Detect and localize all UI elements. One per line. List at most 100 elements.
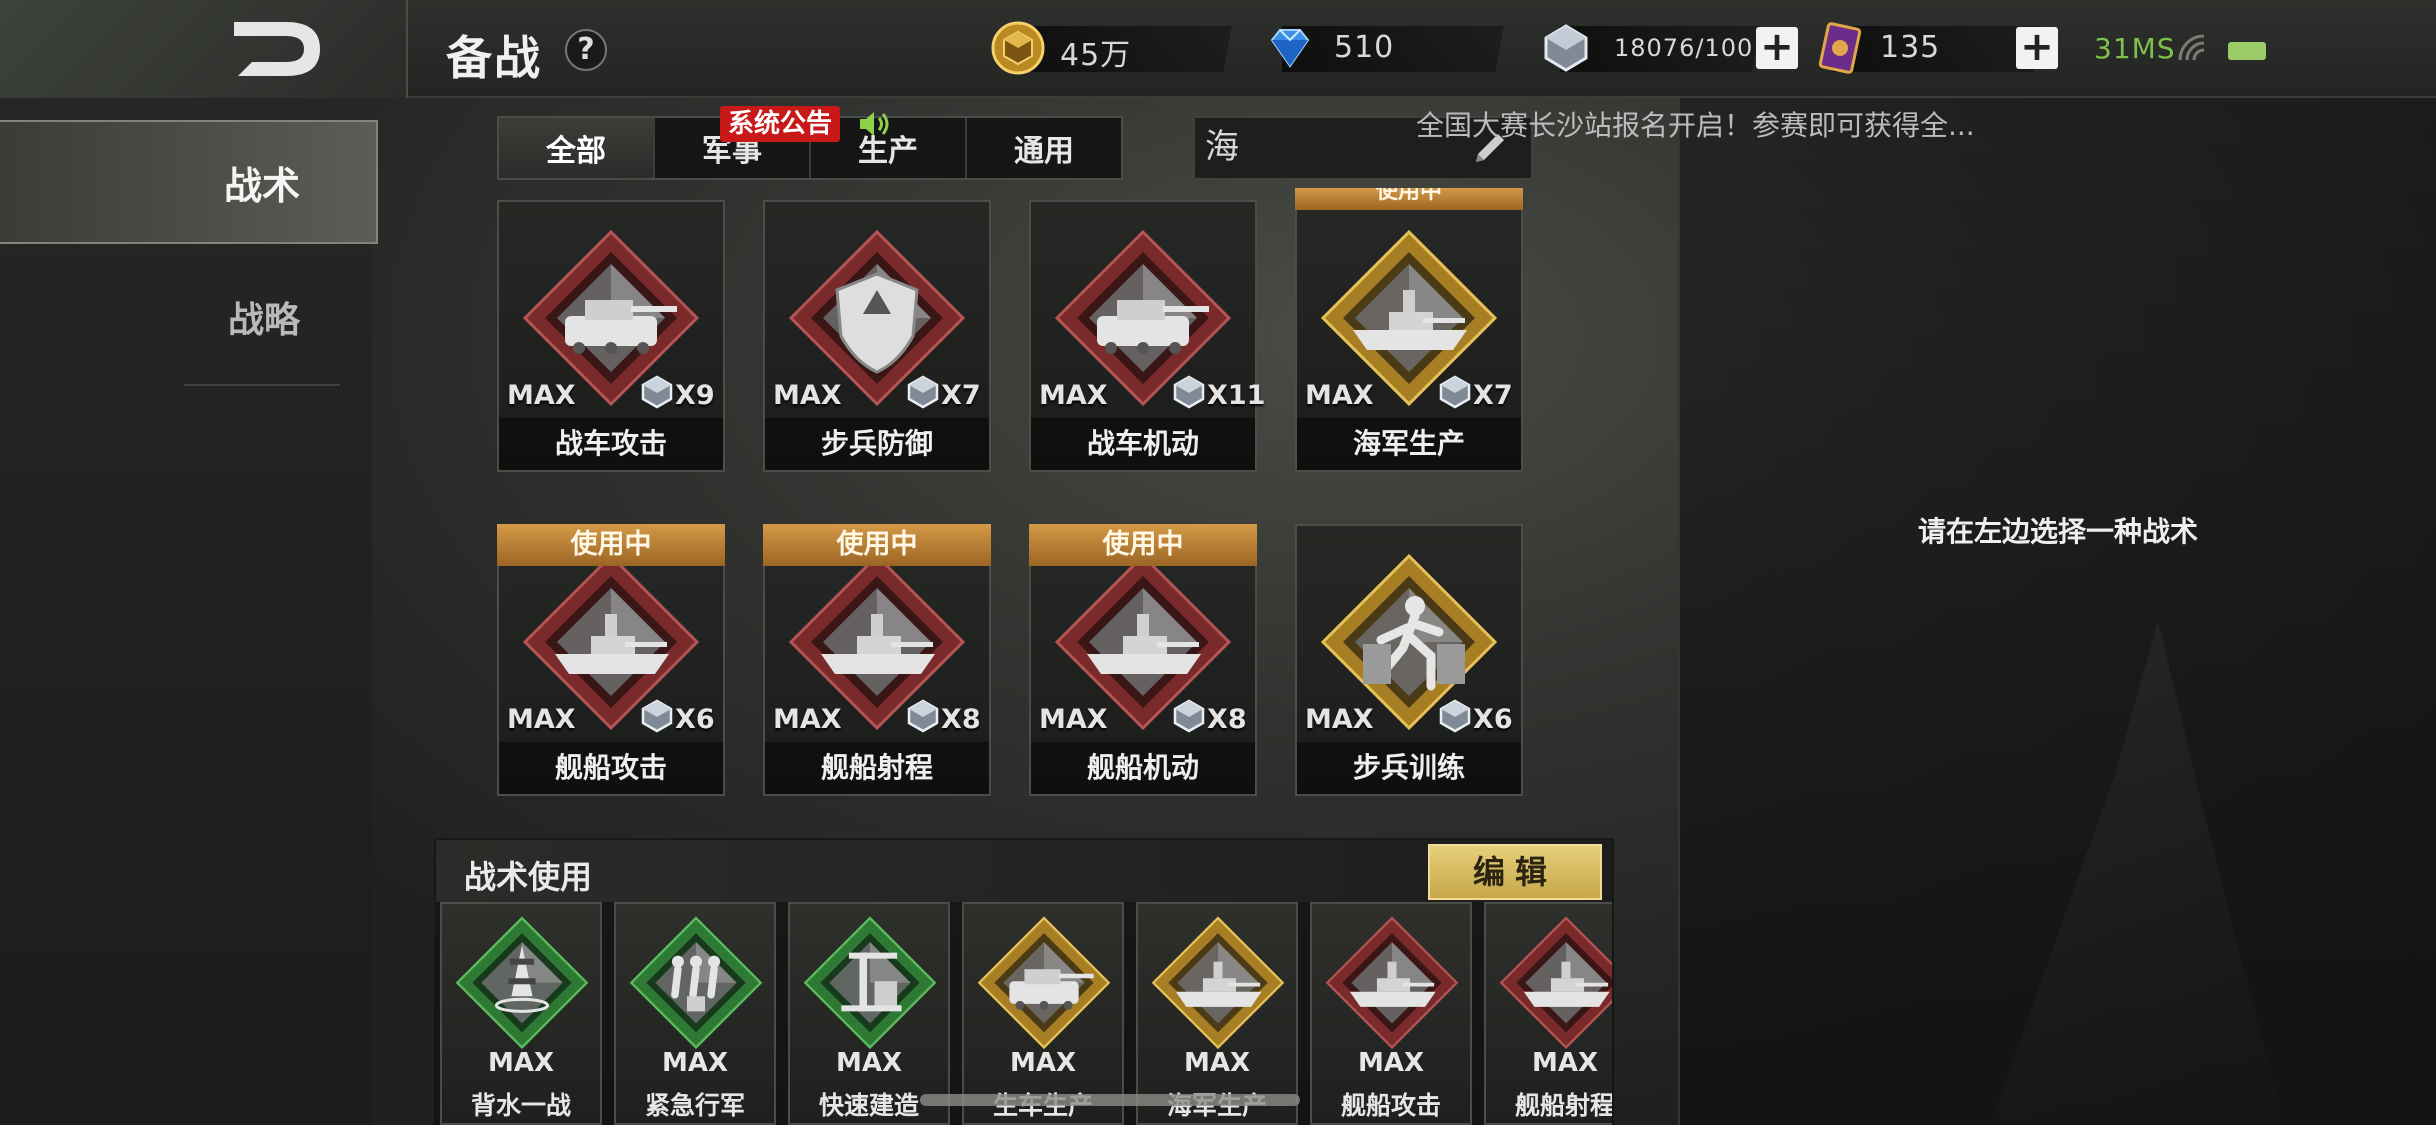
back-block	[0, 0, 408, 98]
gold-value: 45万	[1060, 38, 1132, 73]
tactic-slot[interactable]: MAX 紧急行军	[614, 902, 776, 1125]
card-name: 战车攻击	[499, 418, 723, 470]
slot-name: 舰船攻击	[1340, 1091, 1441, 1120]
tactic-card[interactable]: 使用中 MAX X8 舰船机动	[1029, 524, 1257, 796]
slot-level: MAX	[487, 1048, 555, 1078]
in-use-banner: 使用中	[1295, 188, 1523, 210]
horizontal-scrollbar[interactable]	[920, 1094, 1300, 1106]
card-level: MAX	[1305, 704, 1374, 735]
tactic-badge-icon	[622, 912, 770, 1052]
card-value: 135	[1880, 30, 1941, 65]
card-count: X7	[941, 380, 981, 411]
card-name: 舰船射程	[765, 742, 989, 794]
tactic-card[interactable]: 使用中 MAX X7 海军生产	[1295, 188, 1523, 472]
card-name: 舰船攻击	[499, 742, 723, 794]
crystal-icon	[639, 698, 675, 734]
crystal-value: 18076/100	[1614, 34, 1754, 62]
tactic-slot[interactable]: MAX 快速建造	[788, 902, 950, 1125]
tactic-slot[interactable]: MAX 背水一战	[440, 902, 602, 1125]
sidebar-item-strategy[interactable]: 战略	[0, 262, 372, 372]
tab-all[interactable]: 全部	[499, 118, 655, 178]
card-name: 舰船机动	[1031, 742, 1255, 794]
slot-level: MAX	[1357, 1048, 1425, 1078]
in-use-banner: 使用中	[1029, 524, 1257, 566]
card-level: MAX	[1039, 380, 1108, 411]
slot-name: 紧急行军	[644, 1091, 745, 1120]
crystal-icon	[1171, 698, 1207, 734]
in-use-banner: 使用中	[497, 524, 725, 566]
tactic-card[interactable]: 使用中 MAX X8 舰船射程	[763, 524, 991, 796]
top-bar: 备战 ? 45万 510 18076/100 + 135 + 31MS	[0, 0, 2436, 98]
ping-value: 31MS	[2094, 32, 2176, 65]
card-level: MAX	[1039, 704, 1108, 735]
tab-general[interactable]: 通用	[967, 118, 1121, 178]
tactic-card[interactable]: MAX X6 步兵训练	[1295, 524, 1523, 796]
card-level: MAX	[773, 380, 842, 411]
tactics-slot-list: MAX背水一战MAX紧急行军MAX快速建造MAX生车生产MAX海军生产MAX舰船…	[436, 902, 1612, 1125]
crystal-icon	[1171, 374, 1207, 410]
crystal-icon	[905, 698, 941, 734]
help-icon[interactable]: ?	[565, 29, 607, 71]
tactic-card[interactable]: 使用中 MAX X6 舰船攻击	[497, 524, 725, 796]
slot-level: MAX	[1531, 1048, 1599, 1078]
card-count: X6	[675, 704, 715, 735]
category-sidebar	[0, 98, 372, 1125]
crystal-icon	[1544, 24, 1588, 72]
card-pack-icon	[1818, 22, 1862, 74]
slot-level: MAX	[835, 1048, 903, 1078]
crystal-icon	[639, 374, 675, 410]
card-count: X6	[1473, 704, 1513, 735]
card-level: MAX	[1305, 380, 1374, 411]
speaker-icon	[860, 112, 889, 136]
slot-name: 舰船射程	[1514, 1091, 1612, 1120]
card-count: X8	[1207, 704, 1247, 735]
tactic-slot[interactable]: MAX海军生产	[1136, 902, 1298, 1125]
card-count: X8	[941, 704, 981, 735]
wifi-icon	[2178, 34, 2205, 61]
add-card-button[interactable]: +	[2016, 27, 2058, 69]
tactic-card[interactable]: MAX X9 战车攻击	[497, 200, 725, 472]
add-crystal-button[interactable]: +	[1756, 27, 1798, 69]
card-level: MAX	[773, 704, 842, 735]
battery-icon	[2228, 42, 2266, 60]
tactic-slot[interactable]: MAX生车生产	[962, 902, 1124, 1125]
tactic-slot[interactable]: MAX 舰船攻击	[1310, 902, 1472, 1125]
card-name: 步兵训练	[1297, 742, 1521, 794]
tactic-card[interactable]: MAX X7 步兵防御	[763, 200, 991, 472]
diamond-value: 510	[1334, 30, 1395, 65]
tactic-badge-icon	[1318, 912, 1466, 1052]
edit-button[interactable]: 编辑	[1428, 844, 1602, 900]
tactic-badge-icon	[1492, 912, 1612, 1052]
tactic-card[interactable]: MAX X11 战车机动	[1029, 200, 1265, 472]
crystal-icon	[1437, 374, 1473, 410]
card-count: X7	[1473, 380, 1513, 411]
slot-level: MAX	[1009, 1048, 1077, 1078]
tactic-slot[interactable]: MAX 舰船射程	[1484, 902, 1612, 1125]
page-title: 备战	[446, 31, 542, 85]
crystal-icon	[905, 374, 941, 410]
announcement-tag: 系统公告	[720, 106, 841, 142]
sidebar-item-tactics[interactable]: 战术	[0, 120, 378, 244]
slot-name: 背水一战	[470, 1091, 571, 1120]
tactics-use-title: 战术使用	[464, 858, 593, 896]
card-level: MAX	[507, 380, 576, 411]
in-use-banner: 使用中	[763, 524, 991, 566]
announcement-ticker: 全国大赛长沙站报名开启！参赛即可获得全...	[1416, 109, 1975, 142]
tactic-badge-icon	[1144, 912, 1292, 1052]
card-name: 战车机动	[1031, 418, 1255, 470]
slot-level: MAX	[661, 1048, 729, 1078]
sidebar-divider	[184, 384, 340, 386]
card-name: 海军生产	[1297, 418, 1521, 470]
tactic-badge-icon	[970, 912, 1118, 1052]
card-count: X9	[675, 380, 715, 411]
crystal-icon	[1437, 698, 1473, 734]
gold-coin-icon	[991, 21, 1045, 75]
back-arrow-icon[interactable]	[228, 14, 328, 84]
slot-level: MAX	[1183, 1048, 1251, 1078]
tactic-badge-icon	[796, 912, 944, 1052]
tactic-badge-icon	[448, 912, 596, 1052]
panel-divider	[1678, 98, 1680, 1125]
diamond-icon	[1270, 29, 1310, 68]
card-name: 步兵防御	[765, 418, 989, 470]
card-level: MAX	[507, 704, 576, 735]
